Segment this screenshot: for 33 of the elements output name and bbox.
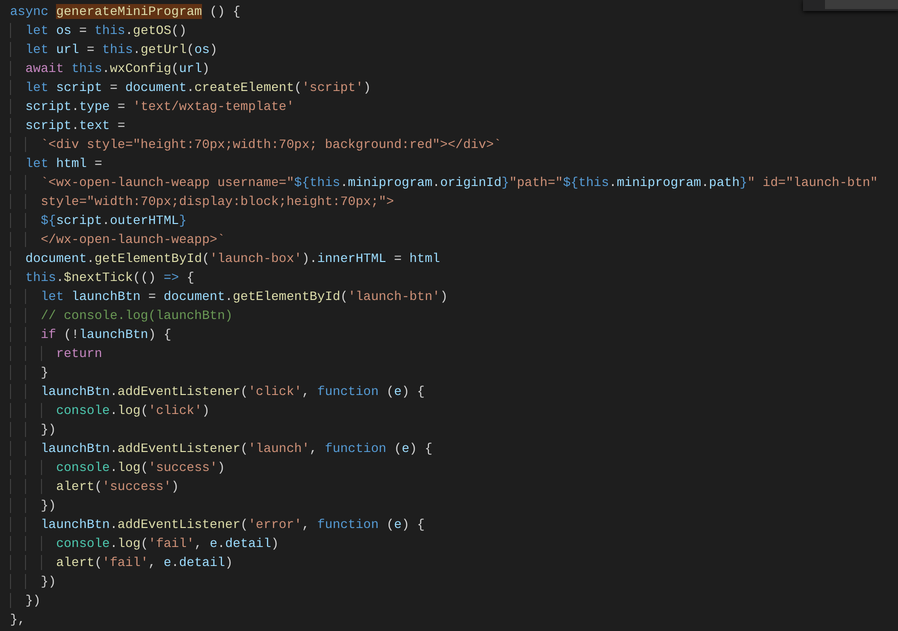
code-line: console.log('success')	[10, 458, 226, 477]
code-line: await this.wxConfig(url)	[10, 59, 210, 78]
code-line: console.log('fail', e.detail)	[10, 534, 279, 553]
code-line: let os = this.getOS()	[10, 21, 187, 40]
code-line: style="width:70px;display:block;height:70px;">	[10, 192, 394, 211]
code-line: let url = this.getUrl(os)	[10, 40, 218, 59]
code-line: script.text =	[10, 116, 126, 135]
code-line: }	[10, 363, 48, 382]
code-line: })	[10, 591, 41, 610]
code-line: let script = document.createElement('script')	[10, 78, 371, 97]
code-line: })	[10, 572, 56, 591]
code-line: script.type = 'text/wxtag-template'	[10, 97, 294, 116]
code-line: launchBtn.addEventListener('click', function (e) {	[10, 382, 425, 401]
code-line: if (!launchBtn) {	[10, 325, 172, 344]
code-line: })	[10, 496, 56, 515]
code-line: },	[10, 611, 26, 629]
code-line: async generateMiniProgram () {	[10, 3, 240, 21]
code-line: launchBtn.addEventListener('launch', function (e) {	[10, 439, 432, 458]
code-line: alert('fail', e.detail)	[10, 553, 233, 572]
code-line: return	[10, 344, 102, 363]
code-line: `<div style="height:70px;width:70px; background:red"></div>`	[10, 135, 502, 154]
code-line: let launchBtn = document.getElementById('launch-btn')	[10, 287, 448, 306]
code-line: console.log('click')	[10, 401, 210, 420]
code-line: let html =	[10, 154, 102, 173]
code-line: ${script.outerHTML}	[10, 211, 187, 230]
code-comment: // console.log(launchBtn)	[10, 306, 233, 325]
code-line: alert('success')	[10, 477, 179, 496]
code-line: </wx-open-launch-weapp>`	[10, 230, 226, 249]
code-line: this.$nextTick(() => {	[10, 268, 194, 287]
code-line: `<wx-open-launch-weapp username="${this.miniprogram.originId}"path="${this.miniprogram.path}" id="launch-btn"	[10, 173, 878, 192]
code-line: document.getElementById('launch-box').innerHTML = html	[10, 249, 440, 268]
code-line: launchBtn.addEventListener('error', function (e) {	[10, 515, 425, 534]
code-line: })	[10, 420, 56, 439]
